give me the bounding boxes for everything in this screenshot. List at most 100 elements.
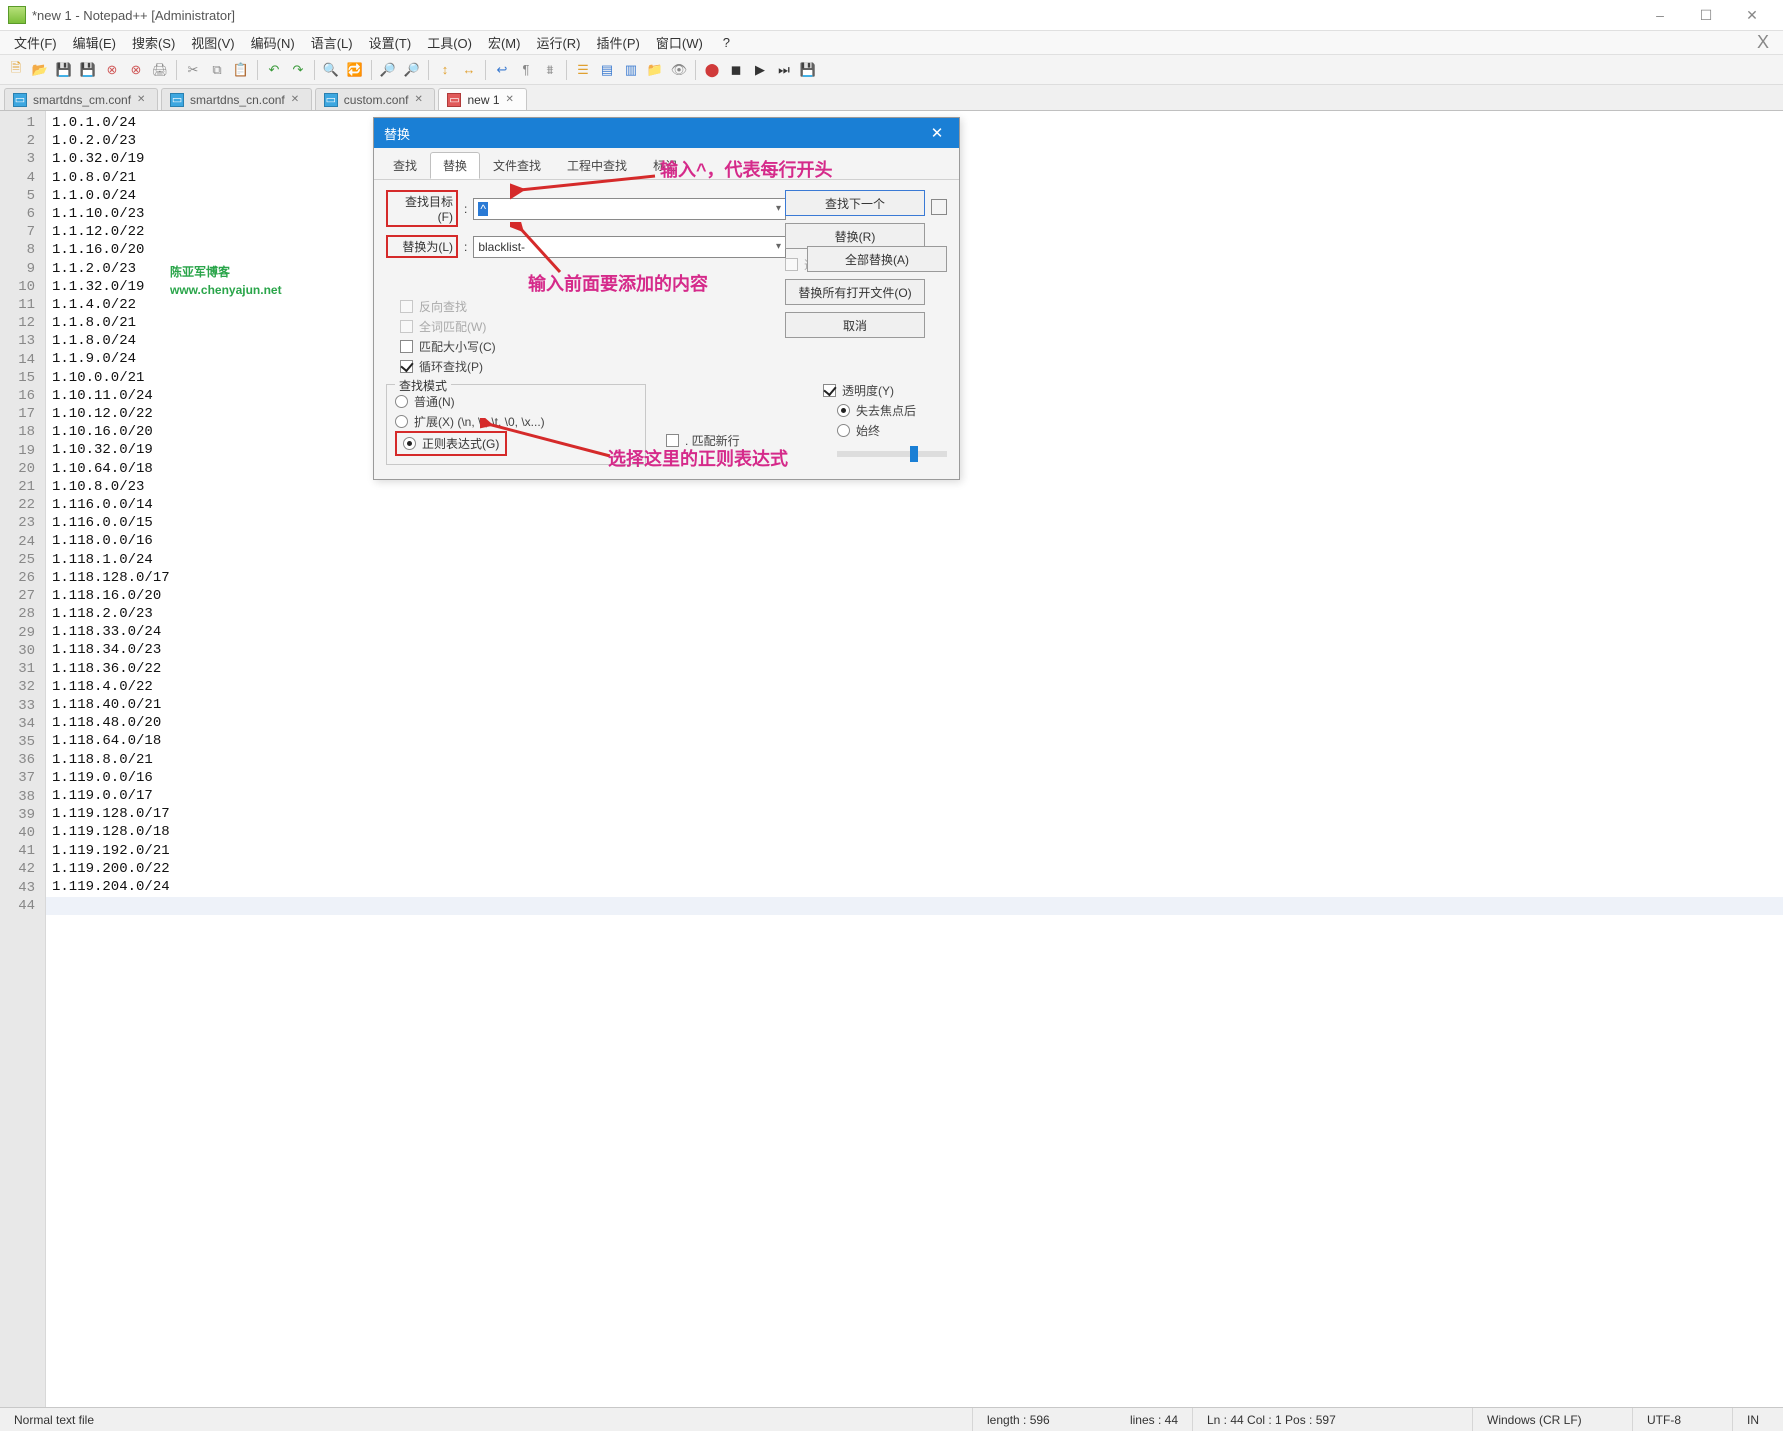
code-line[interactable]: 1.119.0.0/17	[52, 787, 1783, 805]
folder-icon[interactable]: 📁	[645, 60, 665, 80]
menu-file[interactable]: 文件(F)	[6, 31, 65, 54]
close-button[interactable]: ✕	[1729, 0, 1775, 31]
file-tab[interactable]: ▭smartdns_cn.conf✕	[161, 88, 312, 110]
dropdown-icon[interactable]: ▾	[776, 241, 781, 252]
redo-icon[interactable]: ↷	[288, 60, 308, 80]
undo-icon[interactable]: ↶	[264, 60, 284, 80]
mode-regex-radio[interactable]	[403, 437, 416, 450]
code-line[interactable]: 1.116.0.0/15	[52, 514, 1783, 532]
always-radio[interactable]	[837, 424, 850, 437]
wrap-checkbox[interactable]	[400, 360, 413, 373]
code-line[interactable]: 1.119.204.0/24	[52, 878, 1783, 896]
dialog-tab-replace[interactable]: 替换	[430, 152, 480, 179]
sync-v-icon[interactable]: ↕	[435, 60, 455, 80]
transparency-checkbox[interactable]	[823, 384, 836, 397]
cut-icon[interactable]: ✂	[183, 60, 203, 80]
zoom-in-icon[interactable]: 🔎	[378, 60, 398, 80]
menu-plugins[interactable]: 插件(P)	[589, 31, 648, 54]
code-line[interactable]: 1.116.0.0/14	[52, 496, 1783, 514]
open-file-icon[interactable]: 📂	[30, 60, 50, 80]
save-all-icon[interactable]: 💾	[78, 60, 98, 80]
code-line[interactable]: 1.118.36.0/22	[52, 660, 1783, 678]
menu-macro[interactable]: 宏(M)	[480, 31, 529, 54]
file-tab-close-icon[interactable]: ✕	[137, 94, 149, 106]
dialog-close-button[interactable]: ✕	[925, 121, 949, 145]
code-line[interactable]: 1.10.8.0/23	[52, 478, 1783, 496]
record-macro-icon[interactable]: ⬤	[702, 60, 722, 80]
on-lose-focus-radio[interactable]	[837, 404, 850, 417]
file-tab-close-icon[interactable]: ✕	[506, 94, 518, 106]
code-line[interactable]: 1.118.34.0/23	[52, 641, 1783, 659]
monitor-icon[interactable]: 👁	[669, 60, 689, 80]
menu-view[interactable]: 视图(V)	[183, 31, 242, 54]
menu-tools[interactable]: 工具(O)	[419, 31, 480, 54]
code-line[interactable]: 1.118.1.0/24	[52, 551, 1783, 569]
file-tab[interactable]: ▭custom.conf✕	[315, 88, 436, 110]
indent-guide-icon[interactable]: ⩩	[540, 60, 560, 80]
mode-extended-radio[interactable]	[395, 415, 408, 428]
paste-icon[interactable]: 📋	[231, 60, 251, 80]
print-icon[interactable]: 🖨	[150, 60, 170, 80]
close-all-icon[interactable]: ⊗	[126, 60, 146, 80]
mode-normal-radio[interactable]	[395, 395, 408, 408]
doc-map-icon[interactable]: ▤	[597, 60, 617, 80]
new-file-icon[interactable]: 🗎	[6, 60, 26, 80]
menu-language[interactable]: 语言(L)	[303, 31, 361, 54]
maximize-button[interactable]: ☐	[1683, 0, 1729, 31]
find-target-input[interactable]: ^ ▾	[473, 198, 786, 220]
backward-checkbox[interactable]	[400, 300, 413, 313]
save-icon[interactable]: 💾	[54, 60, 74, 80]
code-line[interactable]: 1.118.48.0/20	[52, 714, 1783, 732]
sync-h-icon[interactable]: ↔	[459, 60, 479, 80]
menu-edit[interactable]: 编辑(E)	[65, 31, 124, 54]
menu-help[interactable]: ?	[715, 33, 738, 52]
file-tab[interactable]: ▭smartdns_cm.conf✕	[4, 88, 158, 110]
close-file-icon[interactable]: ⊗	[102, 60, 122, 80]
menu-encoding[interactable]: 编码(N)	[243, 31, 303, 54]
code-line[interactable]: 1.118.4.0/22	[52, 678, 1783, 696]
code-line[interactable]: 1.118.33.0/24	[52, 623, 1783, 641]
transparency-slider[interactable]	[837, 451, 947, 457]
code-line[interactable]: 1.118.40.0/21	[52, 696, 1783, 714]
file-tab-close-icon[interactable]: ✕	[414, 94, 426, 106]
playback-multi-icon[interactable]: ⏭	[774, 60, 794, 80]
replace-all-button[interactable]: 全部替换(A)	[807, 246, 947, 272]
code-line[interactable]: 1.118.16.0/20	[52, 587, 1783, 605]
find-next-checkbox[interactable]	[931, 199, 947, 215]
code-line[interactable]: 1.119.0.0/16	[52, 769, 1783, 787]
wrap-icon[interactable]: ↩	[492, 60, 512, 80]
code-line[interactable]: 1.118.8.0/21	[52, 751, 1783, 769]
menu-settings[interactable]: 设置(T)	[361, 31, 420, 54]
menu-search[interactable]: 搜索(S)	[124, 31, 183, 54]
code-line[interactable]: 1.119.128.0/17	[52, 805, 1783, 823]
show-all-chars-icon[interactable]: ¶	[516, 60, 536, 80]
dialog-titlebar[interactable]: 替换 ✕	[374, 118, 959, 148]
in-selection-checkbox[interactable]	[785, 258, 798, 271]
stop-macro-icon[interactable]: ◼	[726, 60, 746, 80]
func-list-icon[interactable]: ▥	[621, 60, 641, 80]
copy-icon[interactable]: ⧉	[207, 60, 227, 80]
replace-all-open-button[interactable]: 替换所有打开文件(O)	[785, 279, 925, 305]
file-tab[interactable]: ▭new 1✕	[438, 88, 526, 110]
whole-word-checkbox[interactable]	[400, 320, 413, 333]
play-macro-icon[interactable]: ▶	[750, 60, 770, 80]
menu-window[interactable]: 窗口(W)	[648, 31, 711, 54]
menu-close-x[interactable]: X	[1757, 32, 1777, 53]
code-line[interactable]: 1.118.2.0/23	[52, 605, 1783, 623]
code-line[interactable]: 1.119.128.0/18	[52, 823, 1783, 841]
code-line[interactable]: 1.118.64.0/18	[52, 732, 1783, 750]
file-tab-close-icon[interactable]: ✕	[291, 94, 303, 106]
code-line[interactable]	[52, 896, 1783, 914]
zoom-out-icon[interactable]: 🔎	[402, 60, 422, 80]
code-line[interactable]: 1.118.0.0/16	[52, 532, 1783, 550]
dialog-tab-find[interactable]: 查找	[380, 152, 430, 179]
code-line[interactable]: 1.119.192.0/21	[52, 842, 1783, 860]
cancel-button[interactable]: 取消	[785, 312, 925, 338]
minimize-button[interactable]: –	[1637, 0, 1683, 31]
find-icon[interactable]: 🔍	[321, 60, 341, 80]
code-line[interactable]: 1.118.128.0/17	[52, 569, 1783, 587]
save-macro-icon[interactable]: 💾	[798, 60, 818, 80]
find-next-button[interactable]: 查找下一个	[785, 190, 925, 216]
dropdown-icon[interactable]: ▾	[776, 203, 781, 214]
code-line[interactable]: 1.119.200.0/22	[52, 860, 1783, 878]
